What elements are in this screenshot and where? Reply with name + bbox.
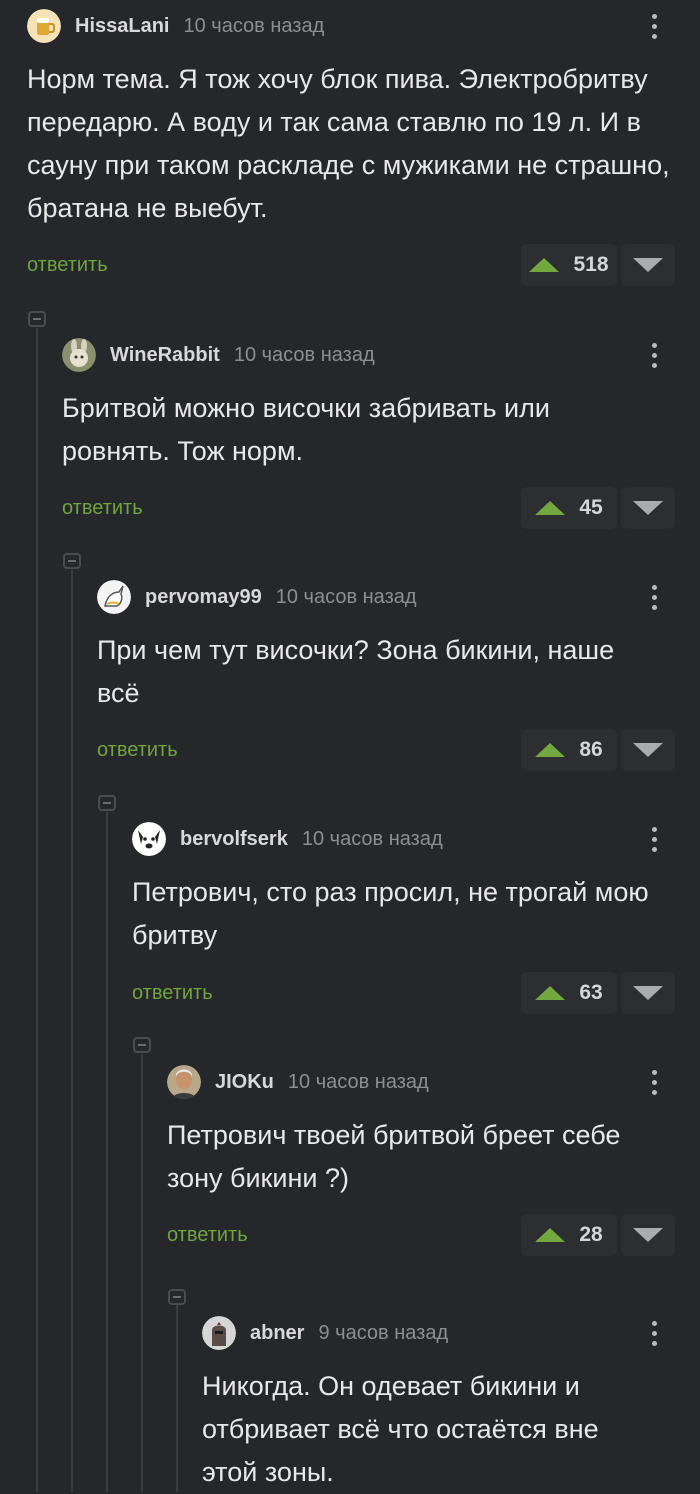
man-portrait-avatar-icon[interactable] [167, 1065, 201, 1099]
username[interactable]: JIOKu [215, 1071, 274, 1094]
arrow-up-icon [535, 1228, 566, 1242]
comment-header: JIOKu 10 часов назад [167, 1064, 429, 1100]
timestamp: 10 часов назад [233, 343, 375, 366]
arrow-down-icon [633, 258, 663, 272]
collapse-thread-button[interactable] [98, 795, 116, 811]
more-options-icon[interactable] [646, 1064, 662, 1100]
comment-text: Петрович твоей бритвой бреет себе зону б… [167, 1120, 621, 1193]
vote-controls: 86 [521, 729, 675, 771]
comment-text: Бритвой можно височки забривать или ровн… [62, 393, 550, 466]
upvote-button[interactable]: 45 [521, 487, 617, 529]
vote-count: 86 [579, 738, 603, 761]
arrow-up-icon [535, 501, 566, 515]
more-options-icon[interactable] [646, 579, 662, 615]
comment-text: Петрович, сто раз просил, не трогай мою … [132, 877, 649, 950]
comment-header: HissaLani 10 часов назад [27, 8, 324, 44]
vote-count: 518 [573, 253, 609, 276]
collapse-thread-button[interactable] [133, 1037, 151, 1053]
unicorn-avatar-icon[interactable] [97, 580, 131, 614]
arrow-down-icon [633, 1228, 663, 1242]
comment-header: pervomay99 10 часов назад [97, 579, 417, 615]
more-options-icon[interactable] [646, 337, 662, 373]
reply-button[interactable]: ответить [132, 982, 213, 1005]
vote-controls: 63 [521, 972, 675, 1014]
dog-avatar-icon[interactable] [132, 822, 166, 856]
timestamp: 10 часов назад [287, 1070, 429, 1093]
vote-count: 45 [579, 496, 603, 519]
timestamp: 9 часов назад [318, 1321, 449, 1344]
timestamp: 10 часов назад [183, 14, 325, 37]
collapse-thread-button[interactable] [168, 1289, 186, 1305]
arrow-up-icon [535, 986, 566, 1000]
username[interactable]: HissaLani [75, 15, 169, 38]
username[interactable]: abner [250, 1322, 304, 1345]
comment-header: WineRabbit 10 часов назад [62, 337, 375, 373]
reply-button[interactable]: ответить [167, 1224, 248, 1247]
arrow-up-icon [535, 743, 566, 757]
downvote-button[interactable] [621, 729, 675, 771]
comment-header: abner 9 часов назад [202, 1315, 448, 1351]
more-options-icon[interactable] [646, 8, 662, 44]
arrow-up-icon [529, 258, 560, 272]
thread-line [36, 328, 38, 1492]
vote-count: 63 [579, 981, 603, 1004]
upvote-button[interactable]: 63 [521, 972, 617, 1014]
upvote-button[interactable]: 518 [521, 244, 617, 286]
arrow-down-icon [633, 501, 663, 515]
downvote-button[interactable] [621, 972, 675, 1014]
username[interactable]: bervolfserk [180, 828, 288, 851]
thread-line [141, 1054, 143, 1492]
upvote-button[interactable]: 28 [521, 1214, 617, 1256]
arrow-down-icon [633, 743, 663, 757]
comment-header: bervolfserk 10 часов назад [132, 821, 443, 857]
vote-controls: 28 [521, 1214, 675, 1256]
vote-count: 28 [579, 1223, 603, 1246]
downvote-button[interactable] [621, 487, 675, 529]
arrow-down-icon [633, 986, 663, 1000]
username[interactable]: WineRabbit [110, 344, 220, 367]
thread-line [176, 1297, 178, 1492]
collapse-thread-button[interactable] [63, 553, 81, 569]
username[interactable]: pervomay99 [145, 586, 262, 609]
reply-button[interactable]: ответить [27, 254, 108, 277]
more-options-icon[interactable] [646, 1315, 662, 1351]
thread-line [106, 812, 108, 1492]
upvote-button[interactable]: 86 [521, 729, 617, 771]
timestamp: 10 часов назад [301, 827, 443, 850]
reply-button[interactable]: ответить [62, 497, 143, 520]
comment-text: При чем тут височки? Зона бикини, наше в… [97, 635, 615, 708]
beer-glass-avatar-icon[interactable] [27, 9, 61, 43]
reply-button[interactable]: ответить [97, 739, 178, 762]
downvote-button[interactable] [621, 244, 675, 286]
timestamp: 10 часов назад [275, 585, 417, 608]
comment-text: Никогда. Он одевает бикини и отбривает в… [202, 1371, 599, 1487]
rabbit-avatar-icon[interactable] [62, 338, 96, 372]
knight-avatar-icon[interactable] [202, 1316, 236, 1350]
vote-controls: 518 [521, 244, 675, 286]
comment-text: Норм тема. Я тож хочу блок пива. Электро… [27, 64, 670, 223]
downvote-button[interactable] [621, 1214, 675, 1256]
collapse-thread-button[interactable] [28, 311, 46, 327]
more-options-icon[interactable] [646, 821, 662, 857]
thread-line [71, 570, 73, 1492]
vote-controls: 45 [521, 487, 675, 529]
